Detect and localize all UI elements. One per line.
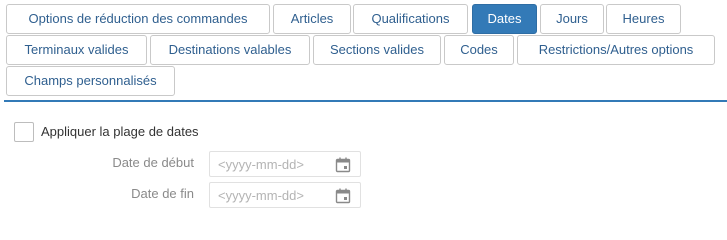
tab-dates[interactable]: Dates [472,4,537,34]
tab-bar: Options de réduction des commandes Artic… [0,0,727,102]
tab-articles[interactable]: Articles [273,4,351,34]
calendar-icon[interactable] [334,156,352,174]
apply-date-range-checkbox[interactable] [14,122,34,142]
start-date-label: Date de début [112,155,194,170]
end-date-input[interactable] [218,186,330,204]
tab-heures[interactable]: Heures [606,4,681,34]
dates-panel: Appliquer la plage de dates Date de débu… [0,102,727,224]
start-date-input[interactable] [218,155,330,173]
end-date-field [209,182,361,208]
tab-restrictions-autres-options[interactable]: Restrictions/Autres options [517,35,715,65]
end-date-label: Date de fin [131,186,194,201]
tab-codes[interactable]: Codes [444,35,514,65]
tab-qualifications[interactable]: Qualifications [353,4,468,34]
calendar-icon[interactable] [334,187,352,205]
tab-options-reduction-commandes[interactable]: Options de réduction des commandes [6,4,270,34]
apply-date-range-label: Appliquer la plage de dates [41,124,199,139]
start-date-field [209,151,361,177]
tab-sections-valides[interactable]: Sections valides [313,35,441,65]
tab-champs-personnalises[interactable]: Champs personnalisés [6,66,175,96]
tab-jours[interactable]: Jours [540,4,604,34]
tab-destinations-valables[interactable]: Destinations valables [150,35,310,65]
tab-terminaux-valides[interactable]: Terminaux valides [6,35,147,65]
